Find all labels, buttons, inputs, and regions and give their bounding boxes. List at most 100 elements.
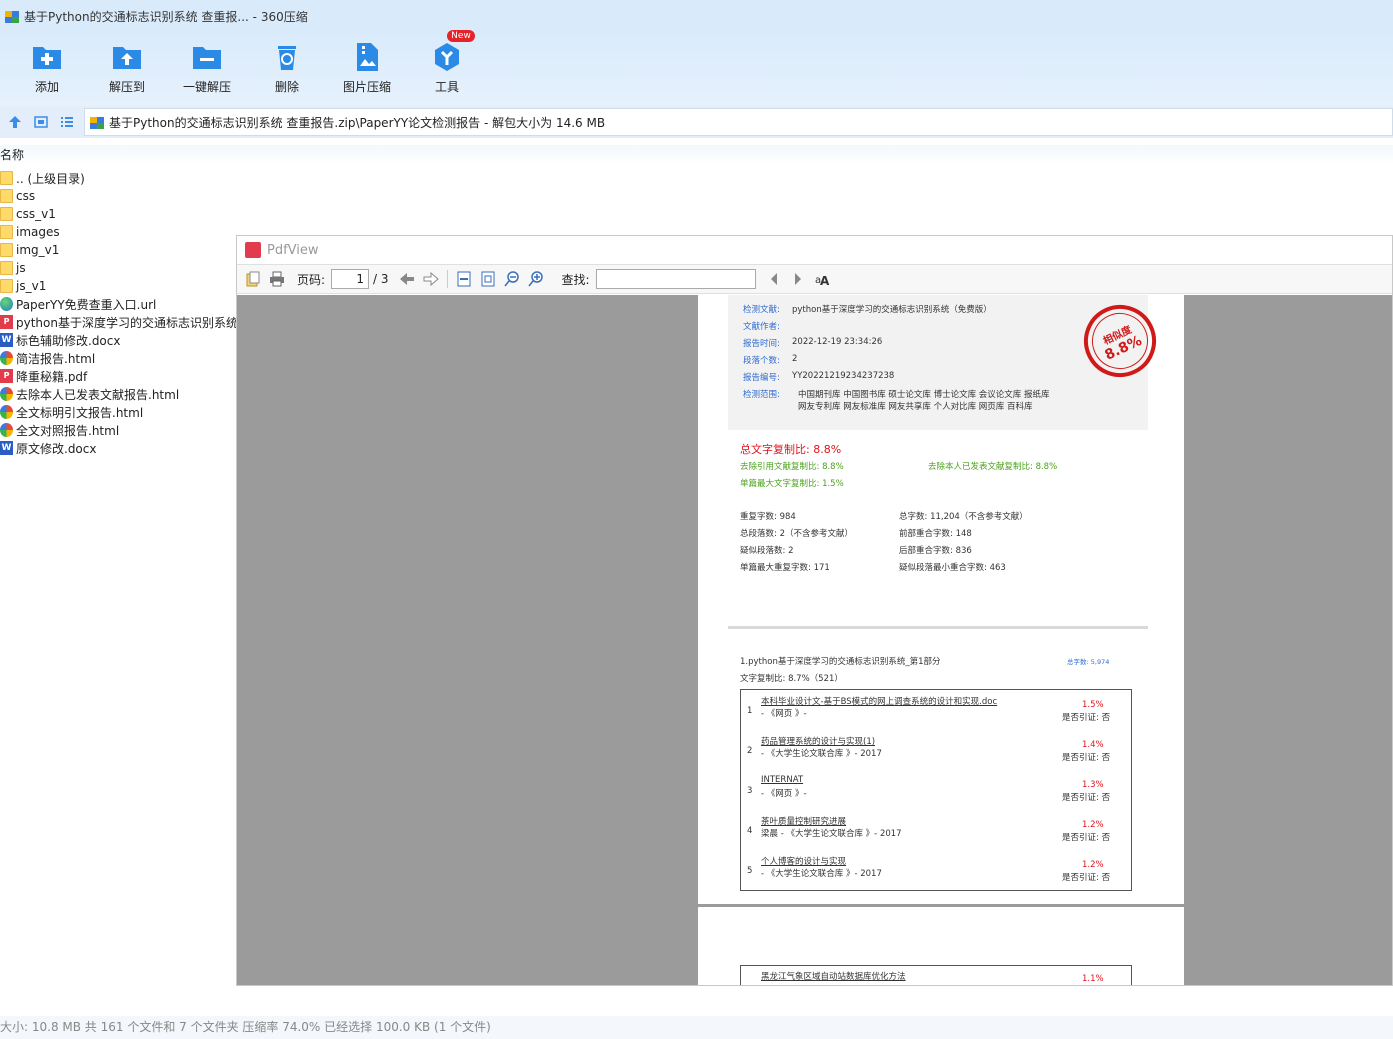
path-field[interactable]: 基于Python的交通标志识别系统 查重报告.zip\PaperYY论文检测报告… bbox=[84, 108, 1393, 136]
image-compress-icon bbox=[357, 43, 378, 71]
column-name-label: 名称 bbox=[0, 148, 25, 162]
folder-icon bbox=[0, 189, 13, 203]
list-item[interactable]: PaperYY免费查重入口.url bbox=[0, 295, 238, 313]
para-value: 2 bbox=[792, 354, 798, 364]
list-item[interactable]: js_v1 bbox=[0, 277, 238, 295]
column-header-name[interactable]: 名称 bbox=[0, 145, 1393, 165]
time-value: 2022-12-19 23:34:26 bbox=[792, 337, 883, 347]
folder-icon bbox=[0, 225, 13, 239]
pdfview-toolbar: 页码: 1 / 3 查找: aA bbox=[237, 264, 1392, 294]
source-pct: 1.2% bbox=[1082, 860, 1104, 870]
stat-min-overlap: 疑似段落最小重合字数: 463 bbox=[899, 563, 1006, 573]
match-case-icon[interactable]: aA bbox=[812, 269, 832, 289]
image-compress-button[interactable]: 图片压缩 bbox=[327, 32, 407, 106]
author-label: 文献作者: bbox=[743, 322, 780, 332]
svg-text:A: A bbox=[820, 274, 830, 287]
zoom-in-icon[interactable] bbox=[526, 269, 546, 289]
image-compress-label: 图片压缩 bbox=[342, 80, 391, 94]
pdfview-title-bar[interactable]: PdfView bbox=[237, 236, 1392, 264]
up-button[interactable] bbox=[2, 108, 28, 136]
list-item[interactable]: js bbox=[0, 259, 238, 277]
source-sub: - 《大学生论文联合库 》- 2017 bbox=[761, 749, 882, 759]
excl-quote-ratio: 去除引用文献复制比: 8.8% bbox=[740, 462, 844, 472]
range-line-2: 网友专利库 网友标准库 网友共享库 个人对比库 网页库 百科库 bbox=[798, 402, 1033, 412]
status-text: 大小: 10.8 MB 共 161 个文件和 7 个文件夹 压缩率 74.0% … bbox=[0, 1020, 491, 1034]
add-button[interactable]: 添加 bbox=[7, 32, 87, 106]
list-item[interactable]: W 原文修改.docx bbox=[0, 439, 238, 457]
list-item[interactable]: css bbox=[0, 187, 238, 205]
folder-icon bbox=[0, 207, 13, 221]
folder-icon bbox=[0, 261, 13, 275]
file-name: js bbox=[16, 261, 26, 275]
file-name: PaperYY免费查重入口.url bbox=[16, 297, 157, 312]
section-divider bbox=[728, 626, 1148, 629]
file-name: 全文标明引文报告.html bbox=[16, 405, 144, 420]
doc-label: 检测文献: bbox=[743, 305, 780, 315]
open-icon[interactable] bbox=[243, 269, 263, 289]
title-bar[interactable]: 基于Python的交通标志识别系统 查重报... - 360压缩 bbox=[0, 0, 1393, 32]
file-name: python基于深度学习的交通标志识别系统 bbox=[16, 315, 238, 330]
fit-page-icon[interactable] bbox=[478, 269, 498, 289]
list-item[interactable]: Ppython基于深度学习的交通标志识别系统 bbox=[0, 313, 238, 331]
list-item[interactable]: .. (上级目录) bbox=[0, 169, 238, 187]
source-title[interactable]: 茶叶质量控制研究进展 bbox=[761, 815, 846, 827]
add-label: 添加 bbox=[34, 80, 59, 94]
toolbar-divider bbox=[446, 270, 448, 288]
list-item[interactable]: W 标色辅助修改.docx bbox=[0, 331, 238, 349]
source-sub: - 《网页 》- bbox=[761, 709, 807, 719]
list-item[interactable]: images bbox=[0, 223, 238, 241]
source-title[interactable]: INTERNAT bbox=[761, 775, 803, 785]
find-input[interactable] bbox=[595, 269, 756, 289]
source-pct: 1.1% bbox=[1082, 974, 1104, 984]
prev-page-icon[interactable] bbox=[397, 269, 417, 289]
source-cite: 是否引证: 否 bbox=[1062, 753, 1111, 763]
file-name: 去除本人已发表文献报告.html bbox=[16, 387, 180, 402]
extract-to-button[interactable]: 解压到 bbox=[87, 32, 167, 106]
path-text: 基于Python的交通标志识别系统 查重报告.zip\PaperYY论文检测报告… bbox=[109, 115, 606, 130]
new-badge: New bbox=[447, 30, 475, 42]
extract-to-label: 解压到 bbox=[108, 80, 145, 94]
stat-total: 总字数: 11,204（不含参考文献） bbox=[899, 512, 1028, 522]
page-number-input[interactable]: 1 bbox=[331, 269, 370, 289]
list-item[interactable]: 全文对照报告.html bbox=[0, 421, 238, 439]
list-item[interactable]: P 降重秘籍.pdf bbox=[0, 367, 238, 385]
tools-button[interactable]: New 工具 bbox=[407, 30, 487, 106]
tools-icon bbox=[435, 43, 459, 71]
list-item[interactable]: 全文标明引文报告.html bbox=[0, 403, 238, 421]
source-title[interactable]: 药品管理系统的设计与实现(1) bbox=[761, 735, 875, 747]
fit-width-icon[interactable] bbox=[454, 269, 474, 289]
source-title[interactable]: 个人博客的设计与实现 bbox=[761, 855, 846, 867]
pdf-icon: P bbox=[0, 369, 13, 383]
archive-app-icon bbox=[5, 11, 19, 23]
list-item[interactable]: css_v1 bbox=[0, 205, 238, 223]
html-icon bbox=[0, 423, 13, 437]
pdf-page-1: 检测文献: python基于深度学习的交通标志识别系统（免费版） 文献作者: 报… bbox=[698, 295, 1184, 904]
add-icon bbox=[33, 47, 61, 69]
section-title: 1.python基于深度学习的交通标志识别系统_第1部分 bbox=[740, 657, 941, 667]
status-bar: 大小: 10.8 MB 共 161 个文件和 7 个文件夹 压缩率 74.0% … bbox=[0, 1016, 1393, 1039]
file-name: css_v1 bbox=[16, 207, 56, 221]
list-item[interactable]: 简洁报告.html bbox=[0, 349, 238, 367]
file-name: images bbox=[16, 225, 60, 239]
delete-icon bbox=[278, 46, 296, 70]
find-prev-icon[interactable] bbox=[764, 269, 784, 289]
stat-dup: 重复字数: 984 bbox=[740, 512, 796, 522]
source-title[interactable]: 本科毕业设计文-基于BS模式的网上调查系统的设计和实现.doc bbox=[761, 695, 997, 707]
stat-single-max: 单篇最大重复字数: 171 bbox=[740, 563, 830, 573]
source-title[interactable]: 黑龙江气象区域自动站数据库优化方法 bbox=[761, 970, 906, 982]
pdf-viewer[interactable]: 检测文献: python基于深度学习的交通标志识别系统（免费版） 文献作者: 报… bbox=[237, 295, 1392, 985]
print-icon[interactable] bbox=[267, 269, 287, 289]
delete-button[interactable]: 删除 bbox=[247, 32, 327, 106]
zoom-out-icon[interactable] bbox=[502, 269, 522, 289]
stat-paras: 总段落数: 2（不含参考文献） bbox=[740, 529, 853, 539]
page-total: / 3 bbox=[373, 272, 389, 286]
source-pct: 1.5% bbox=[1082, 700, 1104, 710]
list-item[interactable]: img_v1 bbox=[0, 241, 238, 259]
folder-icon bbox=[0, 171, 13, 185]
thumbnail-view-button[interactable] bbox=[28, 108, 54, 136]
one-click-extract-button[interactable]: 一键解压 bbox=[167, 32, 247, 106]
find-next-icon[interactable] bbox=[788, 269, 808, 289]
list-view-button[interactable] bbox=[54, 108, 80, 136]
list-item[interactable]: 去除本人已发表文献报告.html bbox=[0, 385, 238, 403]
next-page-icon[interactable] bbox=[421, 269, 441, 289]
